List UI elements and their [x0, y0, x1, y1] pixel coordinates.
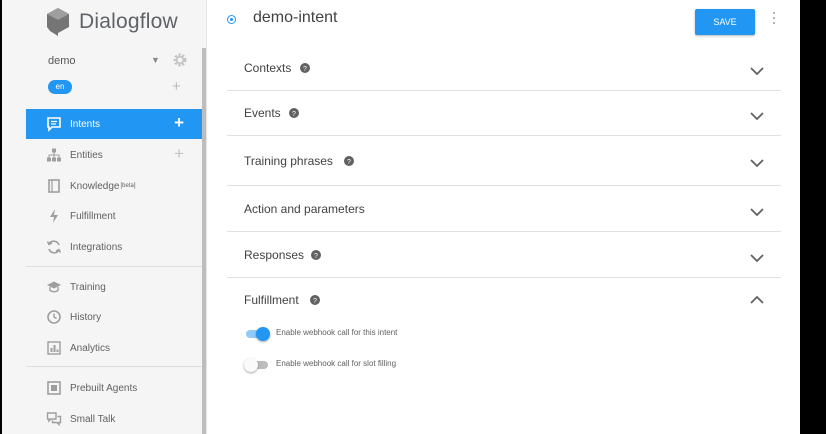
section-label: Fulfillment [244, 293, 299, 307]
logo[interactable]: Dialogflow [46, 6, 178, 38]
sidebar-item-history[interactable]: History [26, 302, 202, 332]
section-label: Events [244, 106, 281, 120]
sidebar-item-prebuilt-agents[interactable]: Prebuilt Agents [26, 373, 202, 403]
section-responses[interactable]: Responses ? [227, 232, 781, 278]
sidebar-item-label: Fulfillment [70, 210, 116, 222]
chevron-down-icon[interactable] [749, 66, 765, 76]
sidebar-item-label: Analytics [70, 342, 111, 354]
clock-icon [47, 310, 61, 324]
section-label: Responses [244, 248, 305, 262]
add-intent-plus-icon[interactable]: + [174, 114, 184, 132]
agent-selector[interactable]: demo ▼ [48, 52, 188, 70]
chevron-down-icon[interactable] [749, 207, 765, 217]
svg-text:?: ? [303, 66, 307, 73]
sidebar-item-knowledge[interactable]: Knowledge [beta] [26, 171, 202, 201]
caret-down-icon[interactable]: ▼ [151, 55, 160, 65]
sidebar-item-intents[interactable]: Intents + [26, 109, 202, 139]
section-action-and-parameters[interactable]: Action and parameters [227, 186, 781, 232]
sidebar-item-label: Small Talk [70, 413, 116, 425]
section-contexts[interactable]: Contexts ? [227, 46, 781, 91]
more-vert-icon[interactable] [772, 12, 776, 28]
beta-badge: [beta] [120, 183, 136, 189]
section-fulfillment[interactable]: Fulfillment ? [227, 278, 781, 428]
chevron-up-icon[interactable] [749, 295, 765, 305]
app-window: Dialogflow demo ▼ en + Intents + Entitie… [2, 0, 800, 434]
chevron-down-icon[interactable] [749, 253, 765, 263]
sidebar-item-label: Prebuilt Agents [70, 382, 138, 394]
sidebar-divider [26, 366, 202, 367]
sidebar-item-small-talk[interactable]: Small Talk [26, 404, 202, 434]
section-label: Action and parameters [244, 202, 365, 216]
chevron-down-icon[interactable] [749, 158, 765, 168]
help-icon[interactable]: ? [310, 295, 320, 305]
sitemap-icon [47, 148, 61, 162]
help-icon[interactable]: ? [311, 250, 321, 260]
bar-chart-icon [47, 341, 61, 355]
svg-text:?: ? [347, 159, 351, 166]
priority-dot-icon[interactable] [227, 15, 236, 24]
chat-bubbles-icon [46, 412, 62, 427]
slot-filling-toggle[interactable] [244, 358, 270, 372]
sidebar-item-analytics[interactable]: Analytics [26, 333, 202, 363]
add-entity-plus-icon[interactable]: + [174, 145, 184, 163]
language-row: en + [48, 78, 188, 96]
sidebar-item-fulfillment[interactable]: Fulfillment [26, 201, 202, 231]
chat-icon [47, 117, 61, 132]
webhook-toggle-label: Enable webhook call for this intent [276, 328, 398, 337]
slot-filling-toggle-label: Enable webhook call for slot filling [276, 359, 397, 368]
sync-icon [46, 240, 62, 254]
section-label: Contexts [244, 61, 292, 75]
section-events[interactable]: Events ? [227, 91, 781, 136]
dialogflow-logo-icon [47, 8, 69, 36]
sidebar-item-entities[interactable]: Entities + [26, 140, 202, 170]
sidebar-item-label: Knowledge [70, 180, 120, 192]
agent-name: demo [48, 55, 76, 67]
add-language-plus-icon[interactable]: + [172, 78, 181, 95]
sidebar-item-integrations[interactable]: Integrations [26, 232, 202, 262]
svg-text:?: ? [292, 111, 296, 118]
save-button[interactable]: SAVE [695, 9, 755, 35]
chevron-down-icon[interactable] [749, 111, 765, 121]
agents-icon [47, 381, 61, 395]
help-icon[interactable]: ? [344, 156, 354, 166]
page-header: demo-intent SAVE [207, 0, 800, 46]
graduation-cap-icon [47, 281, 61, 293]
sidebar-item-training[interactable]: Training [26, 272, 202, 302]
logo-text: Dialogflow [79, 10, 178, 33]
gear-icon[interactable] [172, 52, 188, 68]
language-badge[interactable]: en [48, 80, 72, 94]
sidebar-item-label: Intents [70, 118, 101, 130]
intent-title[interactable]: demo-intent [253, 9, 338, 27]
help-icon[interactable]: ? [289, 108, 299, 118]
bolt-icon [50, 209, 58, 223]
section-label: Training phrases [244, 154, 333, 168]
sidebar: Dialogflow demo ▼ en + Intents + Entitie… [2, 0, 207, 434]
book-icon [48, 179, 60, 193]
sidebar-item-label: History [70, 311, 102, 323]
sidebar-divider [26, 266, 202, 267]
sidebar-item-label: Entities [70, 149, 103, 161]
webhook-toggle[interactable] [244, 327, 270, 341]
svg-text:?: ? [313, 298, 317, 305]
sidebar-item-label: Training [70, 281, 106, 293]
help-icon[interactable]: ? [300, 63, 310, 73]
sidebar-scrollbar[interactable] [202, 48, 206, 434]
svg-text:?: ? [314, 253, 318, 260]
section-training-phrases[interactable]: Training phrases ? [227, 136, 781, 186]
sidebar-item-label: Integrations [70, 241, 123, 253]
